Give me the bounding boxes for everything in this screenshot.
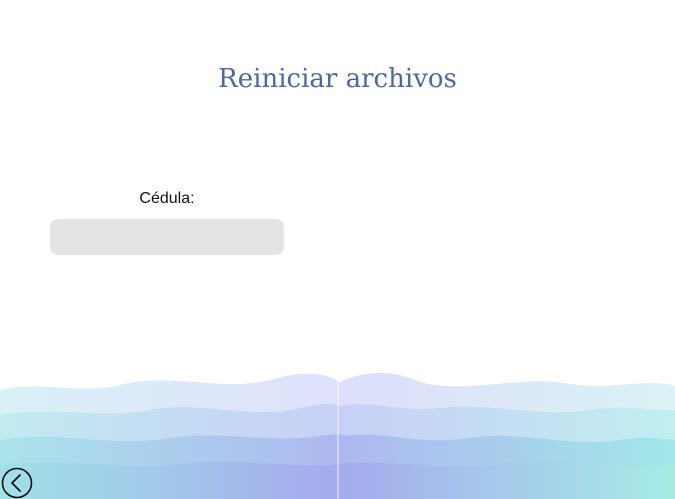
- wave-decoration: [0, 372, 675, 499]
- page-title: Reiniciar archivos: [218, 64, 457, 94]
- back-button[interactable]: [1, 467, 33, 499]
- chevron-left-circle-icon: [1, 467, 33, 499]
- cedula-label: Cédula:: [139, 190, 195, 207]
- reset-files-screen: Reiniciar archivos Cédula:: [0, 0, 675, 499]
- cedula-input[interactable]: [50, 219, 284, 255]
